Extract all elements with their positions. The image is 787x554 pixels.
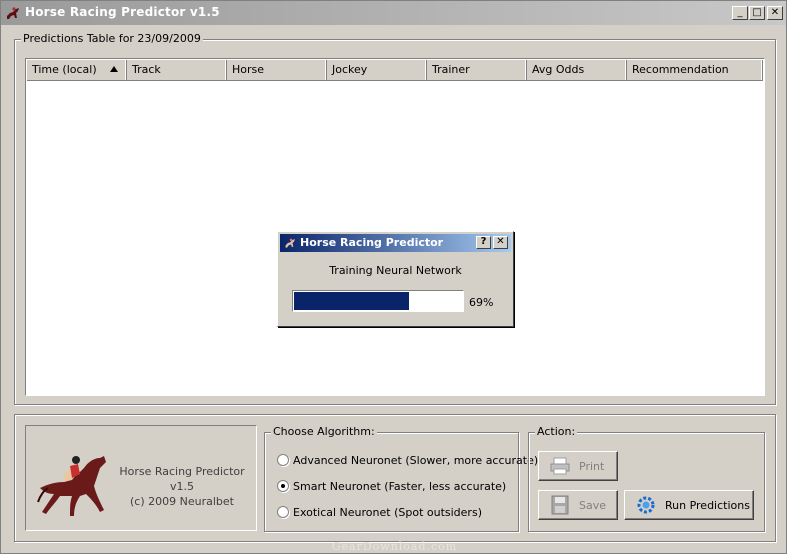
save-button[interactable]: Save bbox=[538, 490, 618, 520]
column-header-track[interactable]: Track bbox=[127, 60, 227, 80]
horse-icon bbox=[285, 238, 295, 248]
sort-ascending-icon bbox=[110, 66, 118, 72]
radio-exotical-neuronet[interactable]: Exotical Neuronet (Spot outsiders) bbox=[277, 504, 482, 520]
column-header-horse[interactable]: Horse bbox=[227, 60, 327, 80]
close-button[interactable]: ✕ bbox=[767, 6, 783, 20]
logo-panel: Horse Racing Predictor v1.5 (c) 2009 Neu… bbox=[25, 425, 257, 531]
radio-button[interactable] bbox=[277, 506, 289, 518]
gear-refresh-icon bbox=[637, 496, 655, 514]
save-label: Save bbox=[579, 498, 607, 512]
column-header-recommendation[interactable]: Recommendation bbox=[627, 60, 763, 80]
window-title: Horse Racing Predictor v1.5 bbox=[25, 5, 220, 19]
app-name-version: Horse Racing Predictor v1.5 bbox=[119, 465, 245, 493]
floppy-disk-icon bbox=[551, 495, 569, 515]
dialog-title-bar[interactable]: Horse Racing Predictor ? ✕ bbox=[280, 234, 511, 252]
predictions-table[interactable]: Time (local) Track Horse Jockey Trainer … bbox=[25, 58, 765, 396]
action-group-title: Action: bbox=[535, 425, 578, 438]
progress-fill bbox=[294, 292, 410, 310]
copyright: (c) 2009 Neuralbet bbox=[130, 495, 234, 508]
logo-text: Horse Racing Predictor v1.5 (c) 2009 Neu… bbox=[112, 464, 252, 509]
print-label: Print bbox=[579, 459, 605, 473]
title-bar[interactable]: Horse Racing Predictor v1.5 _ □ ✕ bbox=[1, 1, 786, 25]
watermark: GearDownload.com bbox=[331, 540, 458, 553]
radio-label: Exotical Neuronet (Spot outsiders) bbox=[293, 505, 482, 519]
training-progress-bar bbox=[292, 290, 464, 312]
main-window: Horse Racing Predictor v1.5 _ □ ✕ Predic… bbox=[0, 0, 787, 554]
maximize-button[interactable]: □ bbox=[749, 6, 765, 20]
column-header-time[interactable]: Time (local) bbox=[27, 60, 127, 80]
progress-percent: 69% bbox=[469, 296, 494, 309]
column-header-jockey[interactable]: Jockey bbox=[327, 60, 427, 80]
minimize-button[interactable]: _ bbox=[732, 6, 748, 20]
radio-label: Smart Neuronet (Faster, less accurate) bbox=[293, 479, 507, 493]
run-predictions-button[interactable]: Run Predictions bbox=[624, 490, 754, 520]
table-header: Time (local) Track Horse Jockey Trainer … bbox=[27, 60, 763, 81]
printer-icon bbox=[550, 457, 570, 475]
horse-icon bbox=[7, 7, 19, 19]
radio-button-selected[interactable] bbox=[277, 480, 289, 492]
radio-advanced-neuronet[interactable]: Advanced Neuronet (Slower, more accurate… bbox=[277, 452, 538, 468]
help-button[interactable]: ? bbox=[476, 236, 491, 249]
radio-label: Advanced Neuronet (Slower, more accurate… bbox=[293, 453, 539, 467]
algorithm-group-title: Choose Algorithm: bbox=[271, 425, 377, 438]
dialog-message: Training Neural Network bbox=[329, 264, 462, 277]
dialog-close-button[interactable]: ✕ bbox=[493, 236, 508, 249]
print-button[interactable]: Print bbox=[538, 451, 618, 481]
training-dialog: Horse Racing Predictor ? ✕ Training Neur… bbox=[277, 231, 514, 327]
predictions-group-title: Predictions Table for 23/09/2009 bbox=[21, 32, 203, 45]
column-header-avg-odds[interactable]: Avg Odds bbox=[527, 60, 627, 80]
run-predictions-label: Run Predictions bbox=[665, 498, 750, 512]
column-header-label: Time (local) bbox=[32, 63, 97, 76]
racehorse-logo bbox=[37, 456, 106, 516]
dialog-title: Horse Racing Predictor bbox=[300, 236, 444, 249]
radio-smart-neuronet[interactable]: Smart Neuronet (Faster, less accurate) bbox=[277, 478, 506, 494]
column-header-trainer[interactable]: Trainer bbox=[427, 60, 527, 80]
radio-button[interactable] bbox=[277, 454, 289, 466]
